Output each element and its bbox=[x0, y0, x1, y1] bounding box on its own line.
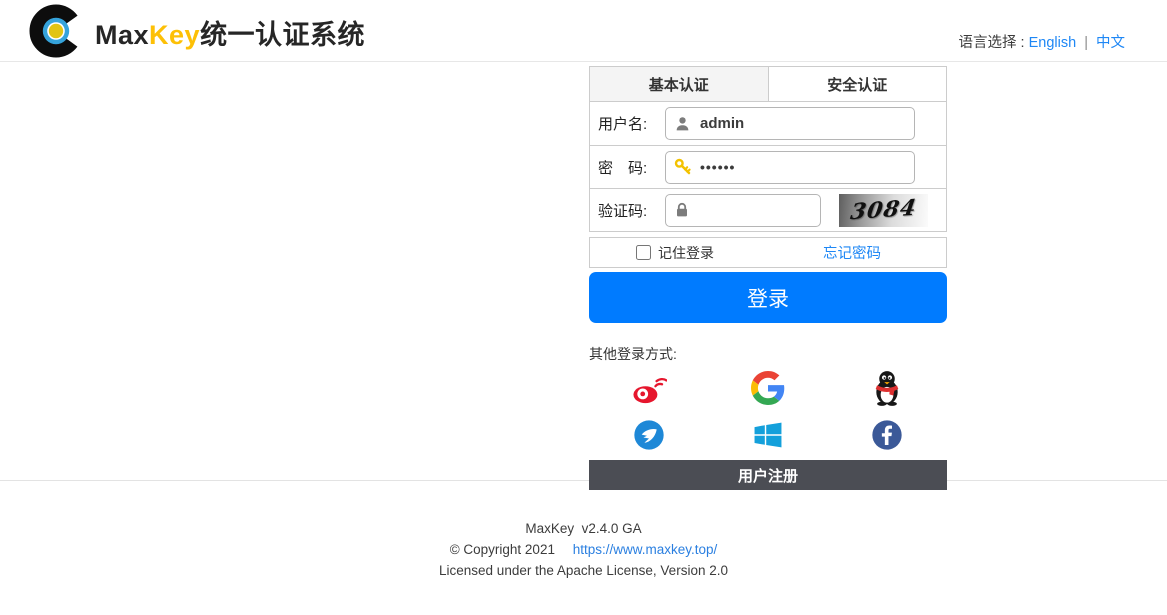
language-label: 语言选择 : bbox=[959, 35, 1025, 51]
facebook-icon[interactable] bbox=[867, 415, 907, 455]
tab-basic-auth[interactable]: 基本认证 bbox=[590, 67, 769, 101]
social-login-grid bbox=[589, 368, 947, 455]
username-input[interactable] bbox=[665, 107, 915, 140]
maxkey-logo-icon bbox=[29, 4, 83, 63]
captcha-row: 验证码: 3084 bbox=[590, 188, 946, 231]
user-icon bbox=[674, 115, 691, 132]
captcha-image-text: 3084 bbox=[849, 195, 919, 225]
tab-secure-auth[interactable]: 安全认证 bbox=[769, 67, 947, 101]
language-selector: 语言选择 : English | 中文 bbox=[959, 31, 1126, 52]
auth-tabs: 基本认证 安全认证 bbox=[589, 66, 947, 102]
register-button[interactable]: 用户注册 bbox=[589, 460, 947, 490]
windows-icon[interactable] bbox=[748, 415, 788, 455]
footer-version: MaxKey v2.4.0 GA bbox=[0, 518, 1167, 539]
footer-link[interactable]: https://www.maxkey.top/ bbox=[573, 542, 718, 557]
remember-checkbox[interactable] bbox=[636, 245, 651, 260]
footer: MaxKey v2.4.0 GA © Copyright 2021 https:… bbox=[0, 481, 1167, 581]
google-icon[interactable] bbox=[748, 368, 788, 408]
weibo-icon[interactable] bbox=[629, 368, 669, 408]
login-button[interactable]: 登录 bbox=[589, 272, 947, 323]
captcha-label: 验证码: bbox=[598, 200, 665, 221]
captcha-image[interactable]: 3084 bbox=[839, 194, 928, 227]
page-title: MaxKey统一认证系统 bbox=[95, 13, 365, 52]
password-label: 密 码: bbox=[598, 157, 665, 178]
login-panel: 基本认证 安全认证 用户名: 密 码: bbox=[589, 66, 947, 490]
brand-key: Key bbox=[149, 20, 200, 50]
remember-label: 记住登录 bbox=[658, 243, 714, 263]
password-row: 密 码: bbox=[590, 145, 946, 188]
footer-license: Licensed under the Apache License, Versi… bbox=[0, 560, 1167, 581]
lock-icon bbox=[674, 202, 690, 218]
other-methods-label: 其他登录方式: bbox=[589, 344, 947, 364]
brand-suffix: 统一认证系统 bbox=[200, 20, 365, 50]
password-input[interactable] bbox=[665, 151, 915, 184]
language-english-link[interactable]: English bbox=[1029, 35, 1077, 51]
dingtalk-icon[interactable] bbox=[629, 415, 669, 455]
remember-row: 记住登录 忘记密码 bbox=[589, 237, 947, 268]
header: MaxKey统一认证系统 语言选择 : English | 中文 bbox=[0, 0, 1167, 62]
login-fields: 用户名: 密 码: bbox=[589, 102, 947, 232]
footer-copyright-line: © Copyright 2021 https://www.maxkey.top/ bbox=[0, 539, 1167, 560]
brand-max: Max bbox=[95, 20, 149, 50]
main-area: 基本认证 安全认证 用户名: 密 码: bbox=[0, 62, 1167, 481]
footer-copyright: © Copyright 2021 bbox=[450, 542, 555, 557]
language-separator: | bbox=[1084, 35, 1088, 51]
username-label: 用户名: bbox=[598, 113, 665, 134]
forgot-password-link[interactable]: 忘记密码 bbox=[823, 242, 881, 263]
username-row: 用户名: bbox=[590, 102, 946, 145]
language-chinese-link[interactable]: 中文 bbox=[1096, 35, 1125, 51]
qq-icon[interactable] bbox=[867, 368, 907, 408]
key-icon bbox=[674, 158, 692, 176]
